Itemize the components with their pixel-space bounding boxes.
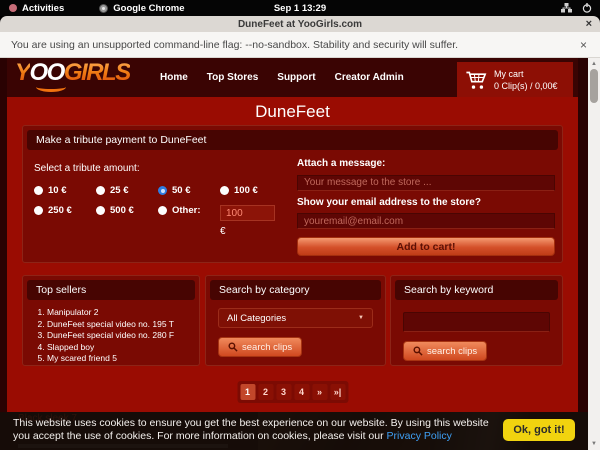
add-to-cart-button[interactable]: Add to cart! (297, 237, 555, 256)
radio-icon[interactable] (158, 186, 167, 195)
cart-summary: 0 Clip(s) / 0,00€ (494, 80, 558, 92)
top-seller-item[interactable]: Manipulator 2 (47, 307, 199, 319)
scroll-down-icon[interactable]: ▼ (588, 441, 600, 447)
message-section: Attach a message: Show your email addres… (297, 158, 555, 256)
main-nav: Home Top Stores Support Creator Admin (160, 58, 404, 97)
top-sellers-header: Top sellers (27, 280, 195, 300)
below-fold-content: Black sleek 7 This website uses cookies … (0, 412, 588, 450)
nav-item-support[interactable]: Support (277, 72, 315, 83)
other-amount-input[interactable] (220, 205, 275, 221)
logo-part-y: Y (15, 59, 30, 86)
site-header: YOOGIRLS Home Top Stores Support Creator… (7, 58, 578, 97)
scrollbar-thumb[interactable] (590, 69, 598, 103)
search-keyword-panel: Search by keyword search clips (390, 275, 563, 366)
nav-item-creator-admin[interactable]: Creator Admin (335, 72, 404, 83)
page-button-3[interactable]: 3 (276, 384, 291, 400)
email-input[interactable] (297, 213, 555, 229)
logo-smile-icon (36, 82, 66, 92)
keyword-input[interactable] (403, 312, 550, 332)
scrollbar[interactable]: ▲ ▼ (588, 58, 600, 450)
page-title: DuneFeet (7, 102, 578, 122)
amount-option-500[interactable]: 500 € (96, 205, 158, 237)
clock[interactable]: Sep 1 13:29 (0, 3, 600, 14)
tribute-form-panel: Make a tribute payment to DuneFeet Selec… (22, 125, 563, 263)
nav-item-home[interactable]: Home (160, 72, 188, 83)
sandbox-warning-bar: You are using an unsupported command-lin… (0, 32, 600, 58)
window-titlebar[interactable]: DuneFeet at YooGirls.com × (0, 16, 600, 32)
amount-option-250[interactable]: 250 € (34, 205, 96, 237)
radio-icon[interactable] (96, 186, 105, 195)
message-label: Attach a message: (297, 158, 555, 169)
top-seller-item[interactable]: Slapped boy (47, 342, 199, 354)
email-label: Show your email address to the store? (297, 197, 555, 208)
cart-icon (465, 70, 487, 90)
system-bar: Activities Google Chrome Sep 1 13:29 (0, 0, 600, 16)
amount-option-25[interactable]: 25 € (96, 185, 158, 196)
cookie-text: This website uses cookies to ensure you … (13, 417, 500, 443)
category-select[interactable]: All Categories ▼ (218, 308, 373, 328)
radio-icon[interactable] (220, 186, 229, 195)
chevron-down-icon: ▼ (358, 315, 364, 321)
nav-item-top-stores[interactable]: Top Stores (207, 72, 258, 83)
cookie-accept-button[interactable]: Ok, got it! (503, 419, 575, 441)
top-sellers-panel: Top sellers Manipulator 2 DuneFeet speci… (22, 275, 200, 366)
page-button-2[interactable]: 2 (258, 384, 273, 400)
tribute-form-header: Make a tribute payment to DuneFeet (27, 130, 558, 150)
window-title: DuneFeet at YooGirls.com (238, 19, 362, 30)
pagination: 1 2 3 4 » »| (237, 381, 348, 403)
page-button-1[interactable]: 1 (240, 384, 255, 400)
amount-option-50[interactable]: 50 € (158, 185, 220, 196)
amount-section: Select a tribute amount: 10 € 25 € 50 (34, 158, 290, 237)
privacy-policy-link[interactable]: Privacy Policy (387, 430, 452, 442)
page-button-last[interactable]: »| (330, 384, 345, 400)
warning-text: You are using an unsupported command-lin… (11, 39, 458, 51)
page-viewport: YOOGIRLS Home Top Stores Support Creator… (0, 58, 600, 450)
logo-part-girls: GIRLS (64, 59, 130, 86)
top-seller-item[interactable]: My scared friend 5 (47, 353, 199, 365)
currency-label: € (220, 226, 282, 237)
top-sellers-list: Manipulator 2 DuneFeet special video no.… (47, 307, 199, 365)
message-input[interactable] (297, 175, 555, 191)
keyword-search-button[interactable]: search clips (403, 341, 487, 361)
amount-label: Select a tribute amount: (34, 163, 140, 174)
cart-widget[interactable]: My cart 0 Clip(s) / 0,00€ (457, 62, 573, 97)
search-category-header: Search by category (210, 280, 381, 300)
amount-options: 10 € 25 € 50 € 100 € (34, 185, 290, 237)
amount-option-100[interactable]: 100 € (220, 185, 282, 196)
radio-icon[interactable] (158, 206, 167, 215)
screen: Activities Google Chrome Sep 1 13:29 Dun… (0, 0, 600, 450)
category-search-button[interactable]: search clips (218, 337, 302, 357)
network-icon[interactable] (561, 3, 572, 13)
cookie-banner: This website uses cookies to ensure you … (0, 412, 588, 450)
page-button-next[interactable]: » (312, 384, 327, 400)
other-amount-cell: € (220, 205, 282, 237)
radio-icon[interactable] (96, 206, 105, 215)
amount-option-10[interactable]: 10 € (34, 185, 96, 196)
search-category-panel: Search by category All Categories ▼ sear… (205, 275, 386, 366)
search-icon (228, 342, 238, 352)
yoogirls-logo[interactable]: YOOGIRLS (15, 59, 130, 87)
radio-icon[interactable] (34, 186, 43, 195)
window-close-icon[interactable]: × (586, 16, 592, 32)
radio-icon[interactable] (34, 206, 43, 215)
scroll-up-icon[interactable]: ▲ (588, 61, 600, 67)
page-button-4[interactable]: 4 (294, 384, 309, 400)
top-seller-item[interactable]: DuneFeet special video no. 195 T (47, 319, 199, 331)
warning-close-icon[interactable]: × (580, 32, 587, 58)
search-keyword-header: Search by keyword (395, 280, 558, 300)
cart-title: My cart (494, 68, 558, 80)
category-select-value: All Categories (227, 313, 286, 324)
search-icon (413, 346, 423, 356)
top-seller-item[interactable]: DuneFeet special video no. 280 F (47, 330, 199, 342)
page-wrapper: YOOGIRLS Home Top Stores Support Creator… (7, 58, 578, 412)
amount-option-other[interactable]: Other: (158, 205, 220, 237)
power-icon[interactable] (582, 3, 592, 13)
